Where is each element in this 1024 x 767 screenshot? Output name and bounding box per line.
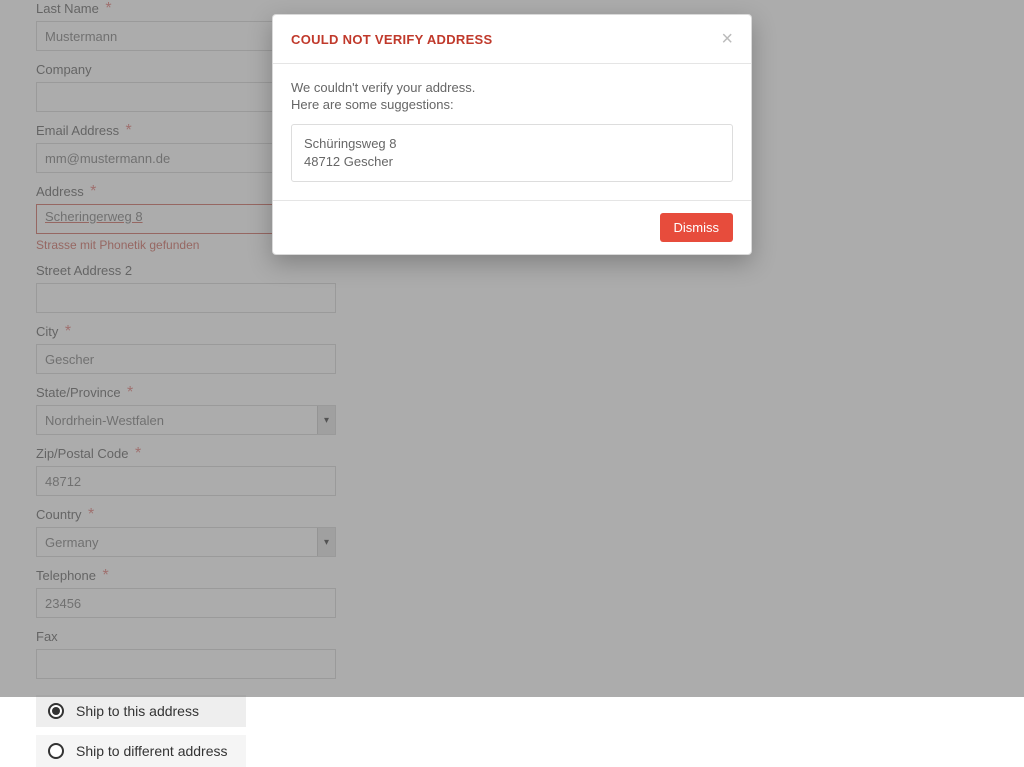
address-verify-modal: COULD NOT VERIFY ADDRESS × We couldn't v… xyxy=(272,14,752,255)
suggestion-street: Schüringsweg 8 xyxy=(304,135,720,153)
shipping-options: Ship to this address Ship to different a… xyxy=(36,695,988,767)
modal-message-line1: We couldn't verify your address. xyxy=(291,80,733,95)
radio-icon xyxy=(48,703,64,719)
suggestion-city: 48712 Gescher xyxy=(304,153,720,171)
modal-footer: Dismiss xyxy=(273,200,751,254)
address-suggestion[interactable]: Schüringsweg 8 48712 Gescher xyxy=(291,124,733,182)
modal-body: We couldn't verify your address. Here ar… xyxy=(273,64,751,200)
modal-header: COULD NOT VERIFY ADDRESS × xyxy=(273,15,751,64)
modal-message-line2: Here are some suggestions: xyxy=(291,97,733,112)
close-icon[interactable]: × xyxy=(721,29,733,49)
ship-to-this-address-option[interactable]: Ship to this address xyxy=(36,695,246,727)
ship-to-different-address-option[interactable]: Ship to different address xyxy=(36,735,246,767)
ship-different-label: Ship to different address xyxy=(76,743,228,759)
modal-title: COULD NOT VERIFY ADDRESS xyxy=(291,32,493,47)
radio-icon xyxy=(48,743,64,759)
dismiss-button[interactable]: Dismiss xyxy=(660,213,734,242)
ship-this-label: Ship to this address xyxy=(76,703,199,719)
